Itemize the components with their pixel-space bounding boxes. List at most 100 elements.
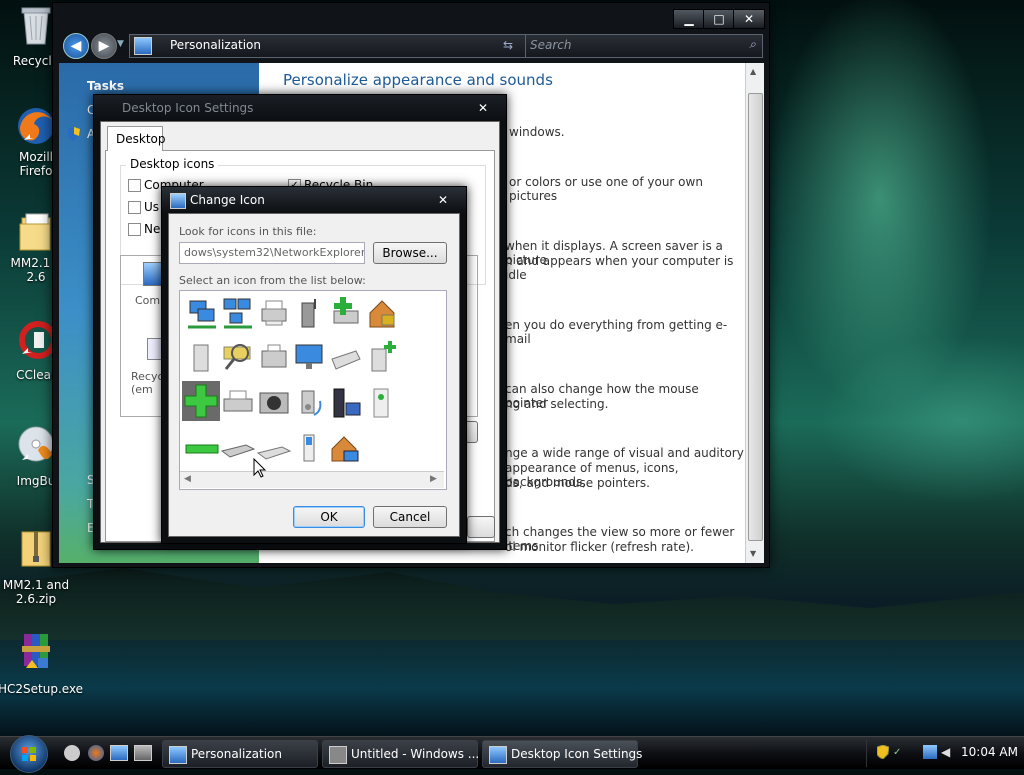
taskbar-item-desktop-icon-settings[interactable]: Desktop Icon Settings [482,740,642,768]
change-icon-dialog[interactable]: Change Icon ✕ Look for icons in this fil… [161,186,467,544]
maximize-button[interactable]: □ [703,9,735,29]
add-green-icon[interactable] [182,381,220,421]
search-input[interactable]: Search ⌕ [525,34,763,58]
firefox-icon [16,104,56,148]
button-label: Browse... [382,246,438,260]
browse-button[interactable]: Browse... [373,242,447,264]
description-text: or colors or use one of your own picture… [509,175,703,203]
description-text: windows. [509,125,565,139]
pc-tower-icon[interactable] [184,339,220,375]
quick-launch-firefox-icon[interactable] [88,745,104,761]
quick-launch-show-desktop-icon[interactable] [64,745,80,761]
quick-launch-app-icon[interactable] [134,745,152,761]
desktop-icon-label: HC2Setup.exe [0,682,84,696]
desktop-icon-label: MM2.1 and 2.6.zip [2,578,70,606]
imgburn-icon [16,424,56,468]
network-checkbox[interactable] [128,223,141,236]
security-shield-icon[interactable] [876,744,890,760]
title-bar[interactable]: Change Icon ✕ [162,187,466,213]
ok-button[interactable]: OK [293,506,365,528]
tab-label: Desktop [116,132,166,146]
add-network-printer-icon[interactable] [328,295,364,331]
vertical-scrollbar[interactable]: ▲ ▼ [745,63,764,563]
back-button[interactable]: ◀ [63,33,89,59]
tab-desktop[interactable]: Desktop [107,126,166,151]
scroll-down-icon[interactable]: ▼ [750,549,756,558]
media-device-icon[interactable] [292,385,328,421]
horizontal-scrollbar[interactable]: ◀ ▶ [180,471,444,488]
personalization-icon [169,746,187,764]
description-text: ol monitor flicker (refresh rate). [505,540,694,554]
search-placeholder: Search [530,38,572,52]
wallpaper-aurora [760,0,1024,520]
checkbox-label: Us [144,200,160,214]
apply-button[interactable] [467,516,495,538]
printer-icon[interactable] [220,385,256,421]
wallpaper-mountains [0,568,1024,640]
network-computers-alt-icon[interactable] [220,295,256,331]
clock[interactable]: 10:04 AM [961,745,1018,759]
scroll-thumb[interactable] [748,93,763,541]
network-status-icon[interactable] [923,745,937,759]
monitor-icon[interactable] [292,339,328,375]
scroll-right-icon[interactable]: ▶ [430,474,437,484]
scroll-left-icon[interactable]: ◀ [184,474,191,484]
add-device-icon[interactable] [364,339,400,375]
green-bar-icon[interactable] [184,431,220,467]
group-label: Desktop icons [126,157,219,171]
taskbar-item-movie-maker[interactable]: Untitled - Windows ... [322,740,479,768]
preview-label: Recyc (em [131,370,164,396]
keyboard-icon[interactable] [328,339,364,375]
recycle-bin-icon [16,2,56,46]
user-files-checkbox[interactable] [128,201,141,214]
start-button[interactable] [10,735,48,773]
forward-arrow-icon: ▶ [98,38,110,54]
cancel-button[interactable]: Cancel [373,506,447,528]
quick-launch-switch-windows-icon[interactable] [110,745,128,761]
fax-printer-icon[interactable] [256,339,292,375]
file-path-value: dows\system32\NetworkExplorer.dll [184,246,365,259]
title-bar[interactable]: Desktop Icon Settings ✕ [94,95,506,121]
refresh-button[interactable]: ⇆ [497,35,519,55]
mobile-phone-icon[interactable] [292,431,328,467]
volume-icon[interactable]: ◀ [941,745,955,759]
close-button[interactable]: ✕ [472,100,494,116]
homegroup-lock-icon[interactable] [364,295,400,331]
camera-icon[interactable] [256,385,292,421]
icon-list[interactable]: ◀ ▶ [179,290,447,490]
description-text: ng and selecting. [505,397,609,411]
search-icon[interactable]: ⌕ [749,37,756,52]
scanner-icon[interactable] [220,431,256,467]
control-panel-icon [134,37,152,55]
taskbar-item-personalization[interactable]: Personalization [162,740,318,768]
notification-check-icon[interactable]: ✓ [893,747,905,759]
tasks-heading: Tasks [87,79,125,93]
checkbox-label: Ne [144,222,161,236]
windows-logo-icon [22,747,36,761]
description-text: en you do everything from getting e-mail [505,318,728,346]
network-search-icon[interactable] [220,339,256,375]
button-label: Cancel [389,510,431,524]
system-tray: ✓ ◀ 10:04 AM [866,739,1024,767]
forward-button[interactable]: ▶ [91,33,117,59]
network-device-icon[interactable] [292,295,328,331]
media-server-icon[interactable] [328,385,364,421]
refresh-icon: ⇆ [502,38,514,52]
description-text: nge a wide range of visual and auditory [505,446,744,460]
desktop-icon-hc2setup[interactable]: HC2Setup.exe [0,630,84,696]
close-button[interactable]: ✕ [733,9,765,29]
recent-pages-chevron-icon[interactable]: ▼ [117,39,124,49]
network-computers-icon[interactable] [184,295,220,331]
close-button[interactable]: ✕ [432,192,454,208]
file-path-input[interactable]: dows\system32\NetworkExplorer.dll [179,242,365,264]
taskbar-item-label: Personalization [191,747,282,761]
wallpaper-lake [0,640,1024,736]
scroll-up-icon[interactable]: ▲ [750,67,756,76]
computer-checkbox[interactable] [128,179,141,192]
home-network-icon[interactable] [328,431,364,467]
taskbar-item-label: Desktop Icon Settings [511,747,643,761]
game-console-icon[interactable] [364,385,400,421]
address-text: Personalization [170,38,261,52]
minimize-button[interactable]: ▁ [673,9,705,29]
network-printer-icon[interactable] [256,295,292,331]
